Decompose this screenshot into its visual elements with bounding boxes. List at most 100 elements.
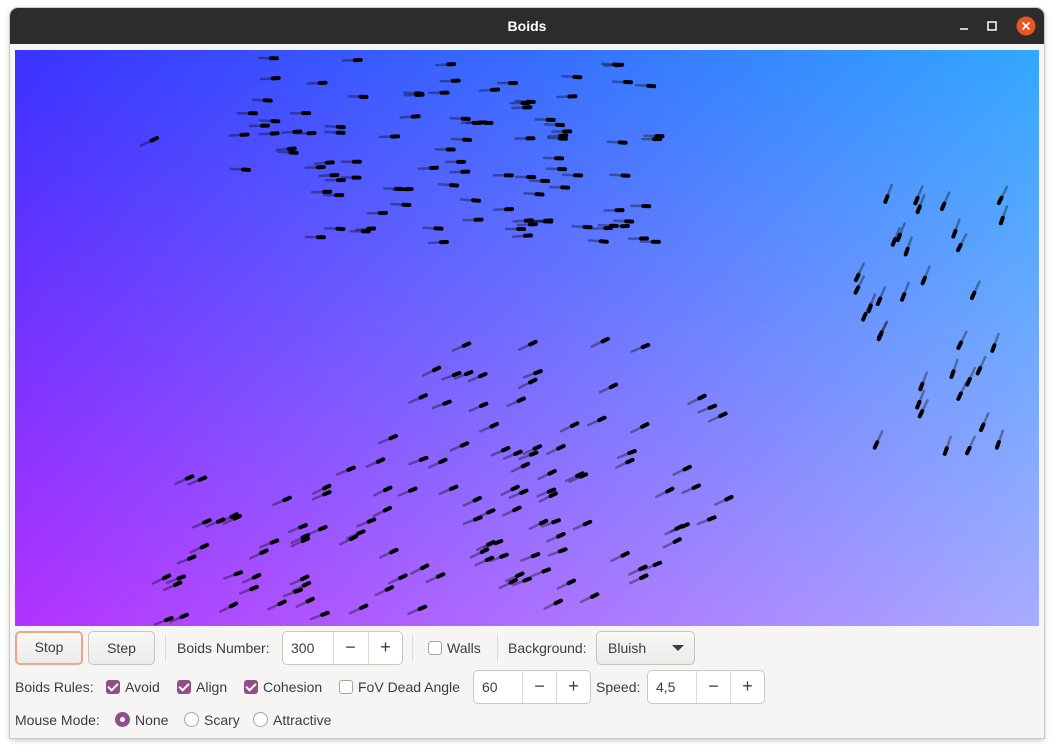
boid xyxy=(320,610,330,617)
boid xyxy=(680,522,690,529)
boid xyxy=(707,403,718,410)
boid xyxy=(551,518,561,525)
boid xyxy=(900,292,907,302)
step-button[interactable]: Step xyxy=(88,631,155,665)
boids-number-value[interactable]: 300 xyxy=(291,632,314,664)
boid xyxy=(965,445,972,456)
boid xyxy=(516,396,526,403)
boid xyxy=(956,242,963,253)
boid xyxy=(557,547,568,554)
boid xyxy=(472,495,482,503)
stop-button[interactable]: Stop xyxy=(15,631,83,665)
boid xyxy=(979,422,986,433)
boid xyxy=(672,537,682,544)
mouse-mode-attractive-radio[interactable] xyxy=(253,712,268,727)
boid xyxy=(478,401,489,409)
boid xyxy=(277,599,287,607)
boid xyxy=(538,518,549,526)
mouse-mode-label: Mouse Mode: xyxy=(15,712,100,728)
boid xyxy=(996,195,1004,206)
boid xyxy=(990,343,997,353)
mouse-mode-scary-radio[interactable] xyxy=(184,712,199,727)
boid xyxy=(853,272,861,283)
boids-number-spinner[interactable]: 300 − + xyxy=(282,631,403,665)
boid xyxy=(383,485,393,493)
boid xyxy=(620,551,630,558)
align-label[interactable]: Align xyxy=(196,677,227,697)
cohesion-label[interactable]: Cohesion xyxy=(263,677,322,697)
speed-spinner[interactable]: 4,5 − + xyxy=(647,670,765,704)
boid xyxy=(459,441,470,448)
boids-number-increment-button[interactable]: + xyxy=(368,632,402,664)
boid xyxy=(512,505,522,513)
fov-dead-angle-checkbox[interactable] xyxy=(339,680,353,694)
boid xyxy=(398,573,408,580)
boid xyxy=(172,580,183,587)
speed-increment-button[interactable]: + xyxy=(730,671,764,703)
boid xyxy=(640,342,651,350)
mouse-mode-attractive-label[interactable]: Attractive xyxy=(273,710,331,730)
minimize-icon[interactable] xyxy=(954,16,974,36)
boid xyxy=(853,285,861,295)
boid xyxy=(229,512,239,519)
speed-value[interactable]: 4,5 xyxy=(656,671,675,703)
cohesion-checkbox[interactable] xyxy=(244,680,258,694)
simulation-canvas[interactable] xyxy=(15,50,1039,626)
boid xyxy=(161,573,172,581)
boid xyxy=(493,539,504,546)
boid xyxy=(682,464,692,472)
boid xyxy=(305,596,315,604)
boid xyxy=(652,560,663,567)
boid xyxy=(994,440,1001,450)
boids-canvas-svg[interactable] xyxy=(15,50,1039,626)
boid xyxy=(547,469,557,476)
avoid-checkbox[interactable] xyxy=(106,680,120,694)
close-icon[interactable] xyxy=(1016,16,1036,36)
mouse-mode-scary-label[interactable]: Scary xyxy=(204,710,240,730)
mouse-mode-none-radio[interactable] xyxy=(115,712,130,727)
background-dropdown[interactable]: Bluish xyxy=(596,631,695,665)
boid xyxy=(566,578,576,586)
boid xyxy=(473,515,483,522)
boid xyxy=(451,371,462,378)
boid xyxy=(890,237,898,247)
boid xyxy=(556,532,566,539)
boid xyxy=(513,449,523,456)
boid xyxy=(951,228,958,239)
boid xyxy=(522,576,532,583)
boid xyxy=(528,450,539,457)
fov-increment-button[interactable]: + xyxy=(556,671,590,703)
boid xyxy=(589,592,600,599)
boid xyxy=(448,484,459,491)
walls-checkbox[interactable] xyxy=(428,641,442,655)
boid xyxy=(639,573,649,580)
boid xyxy=(578,472,589,479)
boid xyxy=(510,484,520,492)
fov-decrement-button[interactable]: − xyxy=(522,671,556,703)
maximize-icon[interactable] xyxy=(982,16,1002,36)
title-bar[interactable]: Boids xyxy=(10,8,1044,44)
speed-decrement-button[interactable]: − xyxy=(696,671,730,703)
boid xyxy=(408,486,418,493)
boid xyxy=(197,475,208,482)
mouse-mode-none-label[interactable]: None xyxy=(135,710,168,730)
boid xyxy=(600,336,610,344)
boids-number-decrement-button[interactable]: − xyxy=(333,632,367,664)
boid xyxy=(519,488,529,495)
boid xyxy=(384,585,395,592)
fov-dead-angle-spinner[interactable]: 60 − + xyxy=(473,670,591,704)
boid xyxy=(530,552,541,559)
boid xyxy=(569,421,580,428)
walls-label[interactable]: Walls xyxy=(447,638,481,658)
boids-rules-label: Boids Rules: xyxy=(15,679,94,695)
boid xyxy=(956,391,963,401)
fov-dead-angle-label[interactable]: FoV Dead Angle xyxy=(358,677,460,697)
boid xyxy=(969,290,977,301)
boid xyxy=(697,393,707,401)
fov-dead-angle-value[interactable]: 60 xyxy=(482,671,498,703)
boids-number-label: Boids Number: xyxy=(177,640,270,656)
boid xyxy=(228,601,239,609)
avoid-label[interactable]: Avoid xyxy=(125,677,160,697)
align-checkbox[interactable] xyxy=(177,680,191,694)
boid xyxy=(861,312,868,322)
